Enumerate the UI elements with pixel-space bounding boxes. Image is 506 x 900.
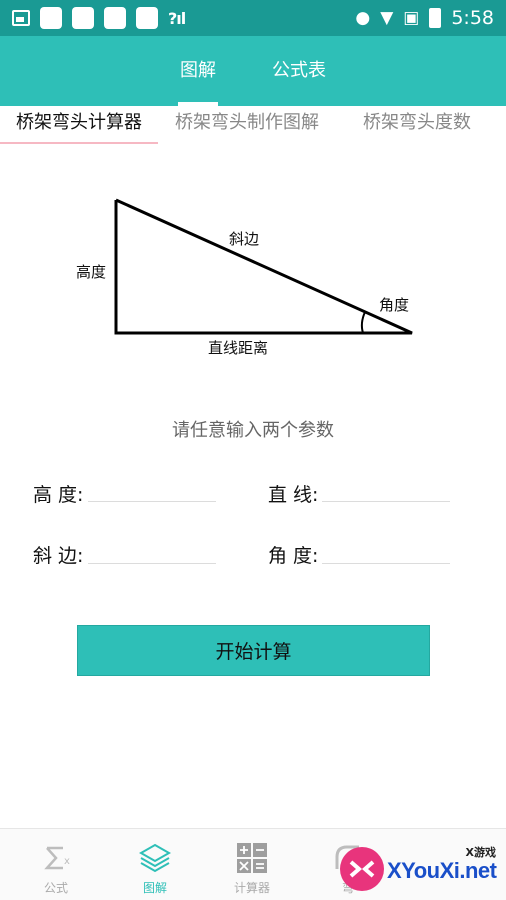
sub-tabs: 桥架弯头计算器 桥架弯头制作图解 桥架弯头度数 [0, 106, 506, 144]
calculator-icon [237, 843, 267, 873]
notification-icon [136, 7, 158, 29]
location-icon: ● [355, 8, 371, 28]
notification-icon [72, 7, 94, 29]
notification-icon [104, 7, 126, 29]
diagram-height-label: 高度 [76, 263, 107, 281]
sim-icon: ▣ [403, 8, 420, 28]
layers-icon [138, 843, 172, 873]
height-input[interactable] [88, 474, 216, 502]
signal-icon: ?ıl [168, 8, 186, 28]
straight-field-label: 直 线: [268, 484, 319, 506]
triangle-diagram: 高度 斜边 角度 直线距离 [60, 185, 440, 370]
status-bar: ?ıl ● ▼ ▣ 5:58 [0, 0, 506, 36]
wifi-icon: ▼ [380, 8, 394, 28]
app-header: 图解 公式表 [0, 36, 506, 106]
straight-input[interactable] [322, 474, 450, 502]
hypotenuse-input[interactable] [88, 536, 216, 564]
subtab-elbow-making-diagram[interactable]: 桥架弯头制作图解 [175, 106, 319, 144]
input-prompt: 请任意输入两个参数 [172, 420, 334, 441]
gallery-icon [12, 10, 30, 26]
clock: 5:58 [451, 7, 494, 29]
diagram-hypotenuse-label: 斜边 [229, 230, 260, 248]
nav-diagram[interactable]: 图解 [110, 829, 200, 900]
tab-diagram[interactable]: 图解 [178, 36, 218, 106]
subtab-elbow-degrees[interactable]: 桥架弯头度数 [363, 106, 471, 144]
nav-calculator[interactable]: 计算器 [207, 829, 297, 900]
hypotenuse-field-label: 斜 边: [33, 545, 84, 567]
height-field-label: 高 度: [33, 484, 84, 506]
start-calculation-button[interactable]: 开始计算 [77, 625, 430, 676]
watermark: X游戏 XYouXi.net [335, 836, 506, 898]
diagram-base-label: 直线距离 [208, 339, 269, 357]
gamepad-logo [340, 847, 384, 891]
angle-input[interactable] [322, 536, 450, 564]
svg-text:x: x [64, 856, 70, 867]
angle-field-label: 角 度: [268, 545, 319, 567]
nav-formula[interactable]: x 公式 [11, 829, 101, 900]
watermark-main-text: XYouXi.net [387, 858, 497, 883]
subtab-elbow-calculator[interactable]: 桥架弯头计算器 [0, 106, 158, 144]
battery-icon [429, 8, 442, 28]
diagram-angle-label: 角度 [379, 296, 410, 314]
notification-icon [40, 7, 62, 29]
tab-formula-table[interactable]: 公式表 [270, 36, 328, 106]
sigma-icon: x [44, 846, 70, 870]
